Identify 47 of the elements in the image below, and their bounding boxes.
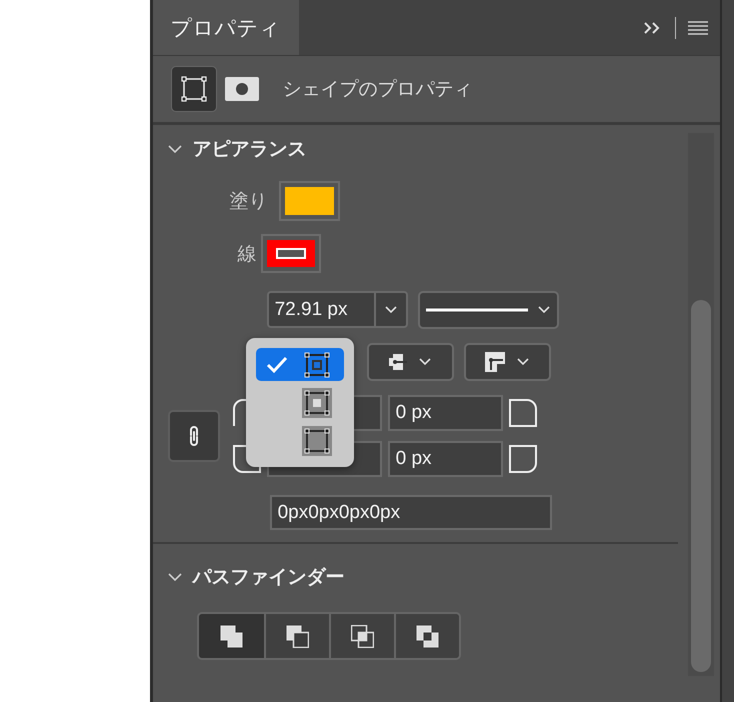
unite-icon (220, 624, 243, 648)
chevron-icon[interactable] (166, 144, 183, 154)
unite-button[interactable] (198, 614, 264, 658)
chevron-icon (419, 358, 432, 366)
fill-label: 塗り (228, 190, 268, 214)
line-join-icon (485, 352, 506, 372)
stroke-align-option[interactable] (256, 348, 344, 381)
circle-icon (236, 83, 248, 95)
chevron-icon (538, 306, 550, 314)
exclude-icon (416, 624, 439, 648)
intersect-button[interactable] (328, 614, 394, 658)
corner-radius-field[interactable]: 0 px (388, 395, 503, 431)
subtract-button[interactable] (264, 614, 329, 658)
scrollbar-thumb[interactable] (691, 300, 712, 672)
stroke-width-field[interactable]: 72.91 px (266, 291, 408, 328)
corner-radius-field[interactable]: 0 px (388, 441, 503, 477)
check-icon (266, 356, 288, 374)
mask-button[interactable] (224, 77, 259, 101)
corner-icon (232, 399, 246, 427)
shape-icon (180, 75, 208, 103)
stroke-align-icon (302, 350, 332, 380)
cap-dropdown[interactable] (366, 343, 454, 381)
intersect-icon (350, 624, 374, 648)
menu-icon[interactable] (688, 20, 708, 34)
section-title: パスファインダー (192, 566, 345, 590)
chevron-icon (517, 358, 530, 366)
stroke-align-icon (302, 388, 332, 418)
fill-swatch[interactable] (284, 186, 334, 214)
chevron-icon[interactable] (166, 572, 183, 582)
stroke-label: 線 (236, 242, 257, 266)
corner-icon (508, 445, 537, 473)
subtract-icon (286, 624, 309, 648)
corner-icon (508, 399, 537, 427)
corner-shorthand-field[interactable]: 0px0px0px0px (270, 495, 552, 530)
chevron-icon (384, 306, 397, 314)
panel-tab[interactable]: プロパティ (152, 0, 299, 55)
join-dropdown[interactable] (464, 343, 551, 381)
stroke-swatch[interactable] (266, 240, 315, 267)
shape-button[interactable] (170, 66, 217, 112)
line-cap-icon (389, 353, 408, 371)
panel-subtitle: シェイプのプロパティ (282, 78, 473, 102)
section-title: アピアランス (192, 138, 307, 162)
stroke-align-icon (302, 426, 332, 456)
line-style-icon (426, 308, 528, 312)
exclude-button[interactable] (394, 614, 459, 658)
line-style-dropdown[interactable] (418, 291, 559, 329)
link-button[interactable] (168, 410, 220, 462)
